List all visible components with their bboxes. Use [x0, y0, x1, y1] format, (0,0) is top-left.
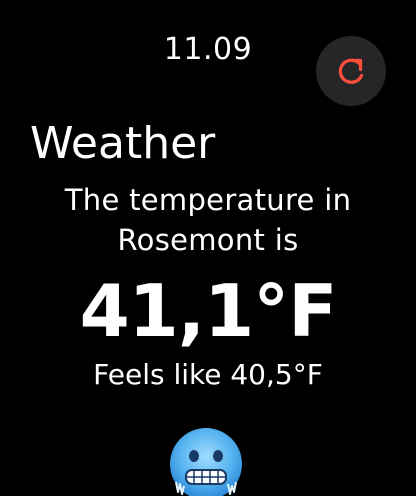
feels-like-text: Feels like 40,5°F [93, 358, 323, 391]
temperature-message: The temperature in Rosemont is [0, 180, 416, 260]
refresh-button[interactable] [316, 36, 386, 106]
temperature-value: 41,1°F [79, 269, 338, 353]
message-line-1: The temperature in [64, 183, 352, 217]
watch-screen: 11.09 Weather The temperature in Rosemon… [0, 0, 416, 496]
freezing-face-icon [168, 426, 244, 496]
message-line-2: Rosemont is [117, 223, 299, 257]
refresh-icon [338, 58, 364, 84]
page-title: Weather [30, 118, 216, 169]
